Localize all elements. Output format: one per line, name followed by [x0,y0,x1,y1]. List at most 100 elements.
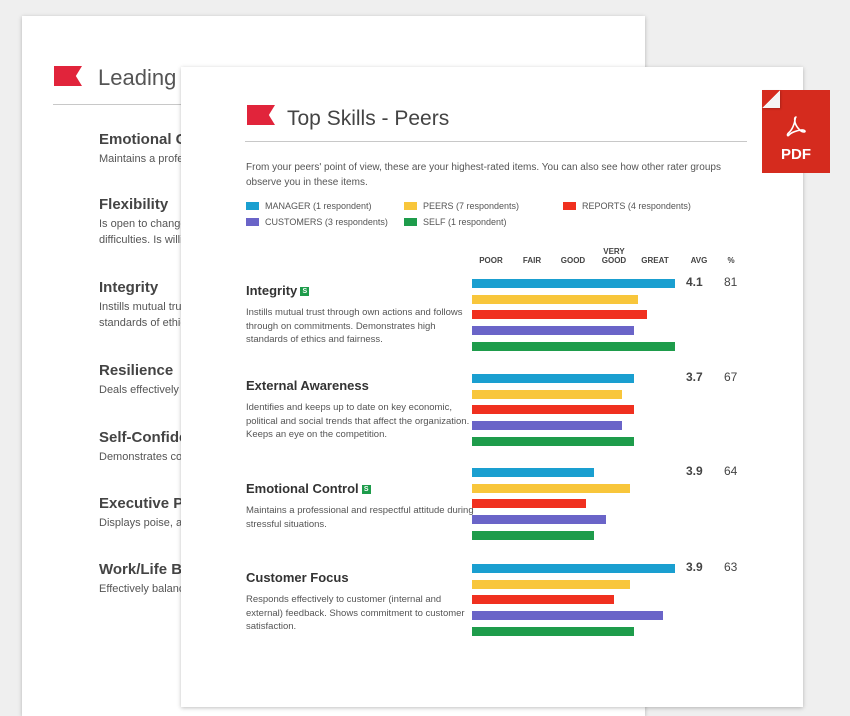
legend-label: CUSTOMERS (3 respondents) [265,217,388,227]
skill-description: Instills mutual trust through own action… [246,307,463,345]
bar-reports [472,310,647,320]
bar-self [472,530,594,540]
back-skill-item: Emotional C Maintains a profe [99,131,187,167]
legend-swatch [563,202,576,210]
back-skill-name: Work/Life B [99,561,183,578]
skill-description: Maintains a professional and respectful … [246,505,474,530]
legend-item-peers: PEERS (7 respondents) [404,201,519,211]
bar-manager [472,279,675,288]
percent-value: 67 [724,370,738,384]
percent-value: 63 [724,560,738,574]
legend-label: PEERS (7 respondents) [423,201,520,211]
header-great: GREAT [641,256,669,265]
bar-self [472,341,675,351]
skill-block: Integrity S Instills mutual trust through … [246,283,476,347]
avg-value: 3.9 [686,560,703,574]
legend-label: SELF (1 respondent) [423,217,507,227]
skill-name-row: Emotional Control S [246,481,476,496]
back-skill-item: Flexibility Is open to change difficulties… [99,196,186,248]
back-skill-desc: Demonstrates co [99,449,187,465]
header-pct: % [727,256,735,265]
skill-description: Identifies and keeps up to date on key e… [246,402,470,440]
page-title: Top Skills - Peers [287,107,450,130]
bar-self [472,626,635,636]
header-poor: POOR [479,256,503,265]
skill-name: Integrity [246,283,298,298]
skill-name-row: Customer Focus [246,570,476,585]
back-skill-item: Work/Life B Effectively balanc [99,561,184,597]
page-fold [762,90,780,108]
skill-block: Customer Focus Responds effectively to cu… [246,570,476,634]
bar-manager [472,374,635,383]
avg-value: 3.7 [686,370,703,384]
back-skill-desc-line: Effectively balanc [99,583,185,595]
legend-item-customers: CUSTOMERS (3 respondents) [246,217,388,227]
bar-manager [472,468,594,477]
self-badge-icon: S [361,485,371,494]
intro-text: From your peers' point of view, these ar… [246,162,721,188]
front-report-page: Top Skills - Peers From your peers' poin… [181,67,803,707]
percent-value: 64 [724,464,738,478]
percent-value: 81 [724,275,738,289]
bar-reports [472,595,615,605]
back-skill-name: Flexibility [99,196,169,213]
legend-label: REPORTS (4 respondents) [582,201,691,211]
flag-icon [247,105,275,125]
bar-customers [472,515,606,525]
back-skill-name: Emotional C [99,131,187,148]
bar-peers [472,483,631,493]
back-page-title: Leading [98,65,177,90]
self-badge-icon: S [300,287,310,296]
bar-customers [472,421,623,431]
flag-icon [54,66,82,86]
bar-peers [472,294,639,304]
pdf-label: PDF [781,146,811,163]
back-skill-desc-line: difficulties. Is willi [99,234,183,246]
back-skill-name: Integrity [99,279,159,296]
legend-swatch [404,218,417,226]
back-skill-name: Executive P [99,495,184,512]
pdf-download-icon[interactable]: PDF [762,90,830,173]
bar-manager [472,564,675,573]
bar-peers [472,389,623,399]
bar-peers [472,579,631,589]
skill-name-row: External Awareness [246,378,476,393]
skill-block: External Awareness Identifies and keeps u… [246,378,476,442]
skill-name: Customer Focus [246,570,349,585]
bar-reports [472,405,635,415]
back-skill-item: Self-Confide Demonstrates co [99,429,187,465]
header-very: VERY [603,247,625,256]
back-skill-desc-line: Displays poise, a [99,517,183,529]
back-skill-desc-line: Demonstrates co [99,451,183,463]
back-skill-desc-line: Deals effectively v [99,384,188,396]
back-skill-desc-line: Is open to change [99,218,187,230]
legend-label: MANAGER (1 respondent) [265,201,372,211]
bar-reports [472,499,586,509]
back-skill-desc: Instills mutual trus standards of ethic [99,299,187,331]
back-skill-desc: Effectively balanc [99,581,184,597]
legend-swatch [246,218,259,226]
back-skill-desc-line: Maintains a profe [99,153,184,165]
back-skill-name: Self-Confide [99,429,188,446]
header-fair: FAIR [522,256,542,265]
avg-value: 3.9 [686,464,703,478]
legend-item-manager: MANAGER (1 respondent) [246,201,372,211]
back-skill-desc: Deals effectively v [99,382,187,398]
legend-item-self: SELF (1 respondent) [404,217,507,227]
back-skill-item: Executive P Displays poise, a [99,495,183,531]
skill-name: External Awareness [246,378,369,393]
divider [245,141,747,142]
back-skill-item: Integrity Instills mutual trus standards o… [99,279,187,331]
back-skill-desc: Maintains a profe [99,151,187,167]
back-skill-name: Resilience [99,362,174,379]
back-skill-desc: Is open to change difficulties. Is willi [99,216,186,248]
back-skill-desc: Displays poise, a [99,515,183,531]
skill-description: Responds effectively to customer (intern… [246,594,465,632]
avg-value: 4.1 [686,275,703,289]
bar-customers [472,326,635,336]
legend-swatch [404,202,417,210]
bar-self [472,436,635,446]
skill-name-row: Integrity S [246,283,476,298]
back-skill-desc-line: Instills mutual trus [99,301,188,313]
skill-name: Emotional Control [246,481,359,496]
